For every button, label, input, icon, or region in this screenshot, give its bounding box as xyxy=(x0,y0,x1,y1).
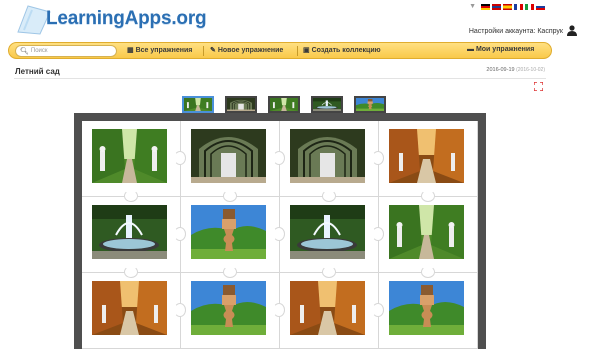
puzzle-connector xyxy=(421,190,435,202)
puzzle-card[interactable] xyxy=(280,121,384,202)
puzzle-card[interactable] xyxy=(82,121,186,202)
puzzle-connector xyxy=(223,190,237,202)
language-selector[interactable]: ▼ xyxy=(469,3,545,10)
logo-text: LearningApps.org xyxy=(46,8,207,29)
puzzle-card-image xyxy=(389,129,464,183)
title-divider xyxy=(14,78,546,79)
flag-ru-icon[interactable] xyxy=(536,3,545,10)
category-tab-2[interactable] xyxy=(225,96,257,113)
flag-it-icon[interactable] xyxy=(525,3,534,10)
nav-create-collection-label: Создать коллекцию xyxy=(311,47,381,54)
logo[interactable]: LearningApps.org xyxy=(14,0,207,40)
puzzle-connector xyxy=(124,190,138,202)
puzzle-connector xyxy=(273,303,285,317)
puzzle-connector xyxy=(174,227,186,241)
puzzle-connector xyxy=(124,266,138,278)
nav-my-exercises[interactable]: ▬ Мои упражнения xyxy=(467,46,534,53)
nav-my-exercises-label: Мои упражнения xyxy=(475,46,535,53)
pencil-icon: ✎ xyxy=(210,47,216,54)
account-settings-link[interactable]: Настройки аккаунта: Каспрук xyxy=(469,28,563,35)
puzzle-card[interactable] xyxy=(82,197,186,278)
date-created: 2016-09-19 xyxy=(486,67,515,73)
puzzle-connector xyxy=(372,227,384,241)
puzzle-grid xyxy=(82,121,478,349)
puzzle-connector xyxy=(372,303,384,317)
puzzle-card-image xyxy=(191,205,266,259)
puzzle-card[interactable] xyxy=(181,121,285,202)
puzzle-card-image xyxy=(191,281,266,335)
puzzle-card-image xyxy=(191,129,266,183)
folder-icon: ▬ xyxy=(467,46,474,53)
puzzle-card[interactable] xyxy=(379,273,478,349)
puzzle-board xyxy=(74,113,486,349)
grid-icon: ▦ xyxy=(127,47,134,54)
puzzle-connector xyxy=(174,303,186,317)
fullscreen-icon[interactable] xyxy=(534,82,543,91)
flag-fr-icon[interactable] xyxy=(514,3,523,10)
nav-divider xyxy=(203,46,204,56)
puzzle-connector xyxy=(223,266,237,278)
puzzle-card-image xyxy=(92,281,167,335)
puzzle-connector xyxy=(322,266,336,278)
category-tab-4[interactable] xyxy=(311,96,343,113)
page-title: Летний сад xyxy=(15,67,60,76)
puzzle-card-image xyxy=(389,205,464,259)
puzzle-card[interactable] xyxy=(379,197,478,278)
puzzle-card[interactable] xyxy=(280,273,384,349)
nav-all-exercises[interactable]: ▦ Все упражнения xyxy=(127,46,192,54)
page-date: 2016-09-19 (2016-10-02) xyxy=(486,67,545,73)
nav-all-exercises-label: Все упражнения xyxy=(135,47,193,54)
main-navbar: 🔍︎ Поиск ▦ Все упражнения ✎ Новое упражн… xyxy=(8,42,552,59)
puzzle-connector xyxy=(372,151,384,165)
nav-new-exercise[interactable]: ✎ Новое упражнение xyxy=(210,46,283,54)
category-tab-5[interactable] xyxy=(354,96,386,113)
puzzle-connector xyxy=(421,266,435,278)
puzzle-card[interactable] xyxy=(181,197,285,278)
search-placeholder: Поиск xyxy=(30,48,48,54)
puzzle-card[interactable] xyxy=(181,273,285,349)
puzzle-card-image xyxy=(290,281,365,335)
category-tab-1[interactable] xyxy=(182,96,214,113)
puzzle-card-image xyxy=(389,281,464,335)
search-icon: 🔍︎ xyxy=(20,48,29,55)
flag-de-icon[interactable] xyxy=(481,3,490,10)
puzzle-card-image xyxy=(92,205,167,259)
puzzle-connector xyxy=(273,227,285,241)
collection-icon: ▣ xyxy=(303,47,310,54)
flag-gb-icon[interactable] xyxy=(492,3,501,10)
puzzle-card-image xyxy=(92,129,167,183)
category-tabs xyxy=(182,96,386,113)
nav-create-collection[interactable]: ▣ Создать коллекцию xyxy=(303,46,381,54)
puzzle-card[interactable] xyxy=(379,121,478,202)
puzzle-card[interactable] xyxy=(82,273,186,349)
date-updated: (2016-10-02) xyxy=(516,67,545,73)
chevron-down-icon[interactable]: ▼ xyxy=(469,3,476,10)
nav-new-exercise-label: Новое упражнение xyxy=(217,47,284,54)
puzzle-card-image xyxy=(290,129,365,183)
puzzle-connector xyxy=(273,151,285,165)
puzzle-card[interactable] xyxy=(280,197,384,278)
flag-es-icon[interactable] xyxy=(503,3,512,10)
category-tab-3[interactable] xyxy=(268,96,300,113)
search-input[interactable]: 🔍︎ Поиск xyxy=(15,45,117,57)
header: LearningApps.org ▼ Настройки аккаунта: К… xyxy=(0,0,597,40)
puzzle-connector xyxy=(174,151,186,165)
nav-divider xyxy=(297,46,298,56)
user-icon[interactable] xyxy=(567,25,577,36)
puzzle-connector xyxy=(322,190,336,202)
puzzle-card-image xyxy=(290,205,365,259)
